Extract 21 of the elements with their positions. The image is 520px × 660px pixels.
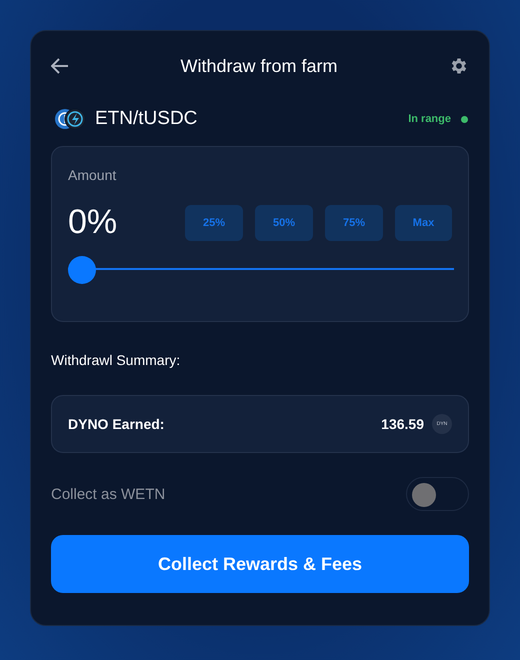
toggle-label: Collect as WETN bbox=[51, 486, 166, 502]
amount-value: 0% bbox=[68, 203, 118, 242]
pool-name: ETN/tUSDC bbox=[95, 108, 198, 130]
slider-track[interactable] bbox=[68, 256, 454, 282]
status-label: In range bbox=[408, 113, 451, 125]
preset-button[interactable]: 25% bbox=[185, 204, 243, 240]
preset-button[interactable]: 50% bbox=[255, 204, 313, 240]
status-dot-icon bbox=[461, 116, 468, 122]
submit-button[interactable]: Collect Rewards & Fees bbox=[51, 535, 469, 593]
token-pair-icon bbox=[54, 108, 86, 130]
settings-icon[interactable] bbox=[449, 56, 469, 76]
preset-button[interactable]: Max bbox=[395, 204, 452, 240]
back-arrow-icon[interactable] bbox=[51, 58, 69, 74]
toggle-switch[interactable] bbox=[406, 477, 469, 511]
window-title: Withdraw from farm bbox=[180, 56, 338, 76]
earned-label: DYNO Earned: bbox=[68, 416, 166, 432]
amount-label: Amount bbox=[68, 167, 118, 183]
earned-value: 136.59 bbox=[381, 416, 424, 432]
summary-heading: Withdrawl Summary: bbox=[51, 352, 182, 368]
slider-thumb[interactable] bbox=[68, 256, 96, 284]
preset-button[interactable]: 75% bbox=[325, 204, 383, 240]
